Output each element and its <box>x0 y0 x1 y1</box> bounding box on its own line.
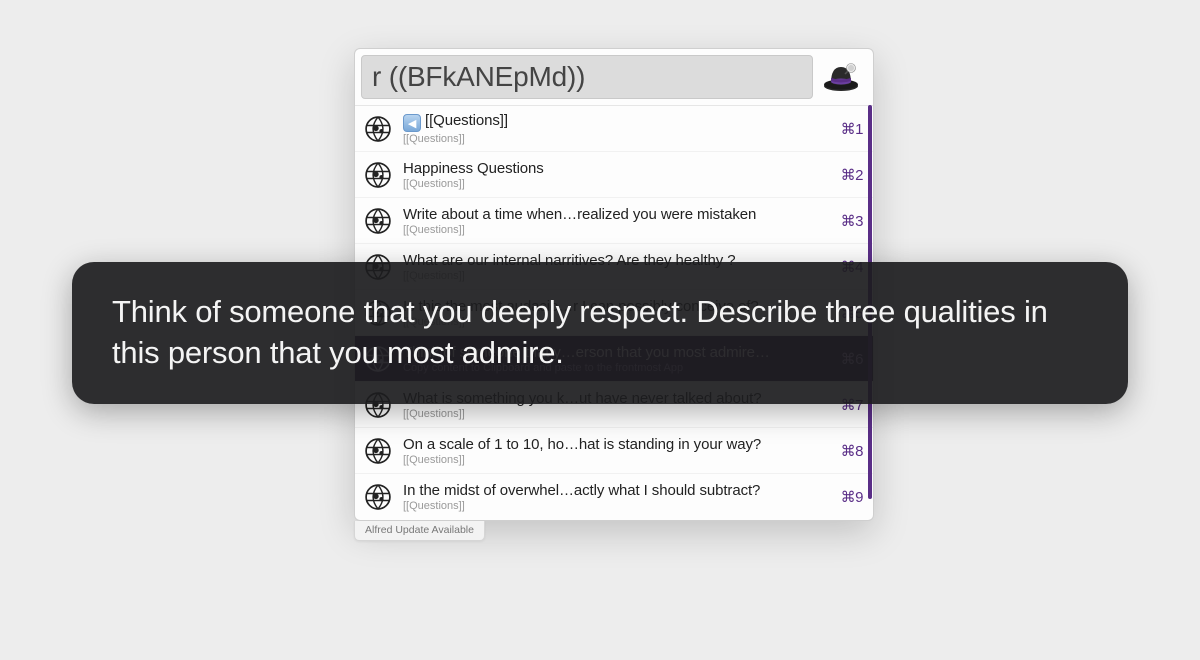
search-input[interactable] <box>361 55 813 99</box>
result-title: ◀[[Questions]] <box>403 112 833 133</box>
shortcut-label: ⌘3 <box>841 212 863 230</box>
result-subtitle: [[Questions]] <box>403 408 833 420</box>
result-texts: Happiness Questions[[Questions]] <box>403 160 833 190</box>
result-texts: Write about a time when…realized you wer… <box>403 206 833 236</box>
alfred-hat-icon <box>819 55 863 99</box>
result-row[interactable]: In the midst of overwhel…actly what I sh… <box>355 474 873 520</box>
result-subtitle: [[Questions]] <box>403 224 833 236</box>
result-subtitle: [[Questions]] <box>403 500 833 512</box>
roam-icon <box>363 206 393 236</box>
result-subtitle: [[Questions]] <box>403 133 833 145</box>
search-row <box>355 49 873 105</box>
result-subtitle: [[Questions]] <box>403 454 833 466</box>
roam-icon <box>363 160 393 190</box>
result-texts: In the midst of overwhel…actly what I sh… <box>403 482 833 512</box>
arrow-left-icon: ◀ <box>403 114 421 132</box>
result-title: On a scale of 1 to 10, ho…hat is standin… <box>403 436 833 453</box>
shortcut-label: ⌘2 <box>841 166 863 184</box>
result-title: In the midst of overwhel…actly what I sh… <box>403 482 833 499</box>
shortcut-label: ⌘1 <box>841 120 863 138</box>
update-badge[interactable]: Alfred Update Available <box>354 521 485 541</box>
result-row[interactable]: Happiness Questions[[Questions]] ⌘2 <box>355 152 873 198</box>
overlay-tooltip: Think of someone that you deeply respect… <box>72 262 1128 404</box>
result-texts: ◀[[Questions]][[Questions]] <box>403 112 833 146</box>
result-subtitle: [[Questions]] <box>403 178 833 190</box>
result-title: Happiness Questions <box>403 160 833 177</box>
result-row[interactable]: ◀[[Questions]][[Questions]] ⌘1 <box>355 106 873 152</box>
result-row[interactable]: Write about a time when…realized you wer… <box>355 198 873 244</box>
roam-icon <box>363 114 393 144</box>
shortcut-label: ⌘9 <box>841 488 863 506</box>
shortcut-label: ⌘8 <box>841 442 863 460</box>
result-row[interactable]: On a scale of 1 to 10, ho…hat is standin… <box>355 428 873 474</box>
result-texts: On a scale of 1 to 10, ho…hat is standin… <box>403 436 833 466</box>
roam-icon <box>363 482 393 512</box>
result-title: Write about a time when…realized you wer… <box>403 206 833 223</box>
roam-icon <box>363 436 393 466</box>
